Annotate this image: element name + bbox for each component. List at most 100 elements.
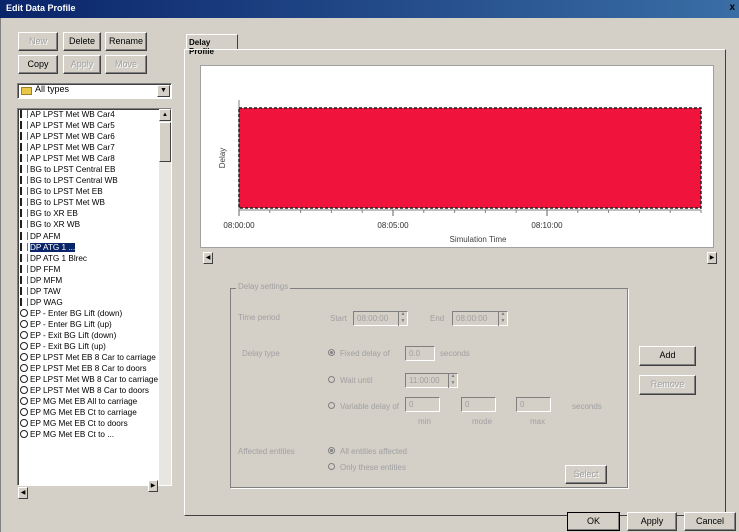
list-item[interactable]: AP LPST Met WB Car5 xyxy=(18,120,171,131)
list-item[interactable]: EP MG Met EB Ct to ... xyxy=(18,429,171,440)
wait-spinner-icon[interactable]: ▲ ▼ xyxy=(448,373,457,388)
chart-scroll-right-icon[interactable]: ▶ xyxy=(707,252,717,264)
list-item[interactable]: AP LPST Met WB Car8 xyxy=(18,153,171,164)
var-mode-field[interactable]: 0 xyxy=(461,397,496,412)
add-button[interactable]: Add xyxy=(639,346,696,366)
delete-button[interactable]: Delete xyxy=(63,32,101,51)
list-item[interactable]: BG to LPST Met WB xyxy=(18,197,171,208)
list-item-label: EP LPST Met EB 8 Car to doors xyxy=(30,364,147,374)
apply-button[interactable]: Apply xyxy=(627,512,677,531)
list-item[interactable]: EP - Exit BG Lift (up) xyxy=(18,341,171,352)
list-item[interactable]: EP LPST Met EB 8 Car to doors xyxy=(18,363,171,374)
list-item[interactable]: EP LPST Met WB 8 Car to carriage xyxy=(18,374,171,385)
list-item[interactable]: AP LPST Met WB Car4 xyxy=(18,109,171,120)
profile-bar-icon xyxy=(20,253,28,262)
list-item[interactable]: BG to LPST Met EB xyxy=(18,186,171,197)
list-item-label: AP LPST Met WB Car6 xyxy=(30,132,115,142)
profile-list[interactable]: AP LPST Met WB Car4 AP LPST Met WB Car5 AP… xyxy=(17,108,172,486)
var-seconds-label: seconds xyxy=(572,402,602,411)
wait-until-label: Wait until xyxy=(340,376,373,385)
tab-delay-profile[interactable]: Delay Profile xyxy=(186,34,238,56)
list-item[interactable]: EP - Exit BG Lift (down) xyxy=(18,330,171,341)
list-item[interactable]: AP LPST Met WB Car7 xyxy=(18,142,171,153)
select-entities-button[interactable]: Select xyxy=(565,465,607,484)
new-button[interactable]: New xyxy=(18,32,58,51)
x-tick-label: 08:10:00 xyxy=(531,221,563,230)
profile-circle-icon xyxy=(20,319,28,328)
list-scrollbar[interactable]: ▲ xyxy=(159,109,171,485)
list-item-label: DP TAW xyxy=(30,286,61,296)
start-label: Start xyxy=(330,314,347,323)
delay-bar xyxy=(238,107,702,209)
list-item-label: AP LPST Met WB Car8 xyxy=(30,154,115,164)
profile-bar-icon xyxy=(20,264,28,273)
var-min-field[interactable]: 0 xyxy=(405,397,440,412)
scroll-left-icon[interactable]: ◀ xyxy=(18,487,28,499)
time-period-label: Time period xyxy=(238,313,280,322)
list-item-label: EP - Enter BG Lift (up) xyxy=(30,319,112,329)
wait-until-radio[interactable] xyxy=(328,376,335,383)
fixed-delay-radio[interactable] xyxy=(328,349,335,356)
profile-bar-icon xyxy=(20,176,28,185)
list-item-label: EP MG Met EB All to carriage xyxy=(30,397,138,407)
list-item[interactable]: DP TAW xyxy=(18,286,171,297)
list-item[interactable]: BG to XR WB xyxy=(18,219,171,230)
fixed-delay-field[interactable]: 0.0 xyxy=(405,346,435,361)
scroll-right-icon[interactable]: ▶ xyxy=(148,480,158,492)
x-axis-title: Simulation Time xyxy=(450,235,507,244)
scroll-thumb[interactable] xyxy=(159,122,171,162)
list-item-label: BG to XR EB xyxy=(30,209,78,219)
start-spinner-icon[interactable]: ▲ ▼ xyxy=(398,311,407,326)
close-icon[interactable]: x xyxy=(729,2,735,13)
profile-bar-icon xyxy=(20,231,28,240)
list-item[interactable]: DP ATG 1 ... xyxy=(18,242,171,253)
move-button[interactable]: Move xyxy=(105,55,147,74)
list-item[interactable]: DP ATG 1 Blrec xyxy=(18,253,171,264)
chevron-down-icon[interactable]: ▼ xyxy=(157,85,170,97)
list-item[interactable]: BG to LPST Central WB xyxy=(18,175,171,186)
list-item[interactable]: EP MG Met EB Ct to carriage xyxy=(18,407,171,418)
scroll-up-icon[interactable]: ▲ xyxy=(159,109,171,121)
profile-circle-icon xyxy=(20,308,28,317)
profile-circle-icon xyxy=(20,386,28,395)
list-item-label: EP LPST Met EB 8 Car to carriage xyxy=(30,353,156,363)
list-item-label: AP LPST Met WB Car7 xyxy=(30,143,115,153)
var-max-field[interactable]: 0 xyxy=(516,397,551,412)
profile-circle-icon xyxy=(20,341,28,350)
all-entities-radio[interactable] xyxy=(328,447,335,454)
list-item[interactable]: DP WAG xyxy=(18,297,171,308)
variable-delay-label: Variable delay of xyxy=(340,402,399,411)
list-item[interactable]: BG to XR EB xyxy=(18,208,171,219)
list-item[interactable]: AP LPST Met WB Car6 xyxy=(18,131,171,142)
affected-entities-label: Affected entities xyxy=(238,447,295,456)
list-item[interactable]: BG to LPST Central EB xyxy=(18,164,171,175)
list-item[interactable]: DP FFM xyxy=(18,264,171,275)
list-item[interactable]: DP AFM xyxy=(18,231,171,242)
profile-circle-icon xyxy=(20,353,28,362)
profile-circle-icon xyxy=(20,375,28,384)
copy-button[interactable]: Copy xyxy=(18,55,58,74)
chart-scroll-left-icon[interactable]: ◀ xyxy=(203,252,213,264)
variable-delay-radio[interactable] xyxy=(328,402,335,409)
profile-bar-icon xyxy=(20,143,28,152)
list-item[interactable]: EP - Enter BG Lift (up) xyxy=(18,319,171,330)
list-item[interactable]: EP MG Met EB All to carriage xyxy=(18,396,171,407)
profile-bar-icon xyxy=(20,154,28,163)
apply-profile-button[interactable]: Apply xyxy=(63,55,101,74)
end-label: End xyxy=(430,314,445,323)
profile-circle-icon xyxy=(20,419,28,428)
cancel-button[interactable]: Cancel xyxy=(684,512,736,531)
remove-button[interactable]: Remove xyxy=(639,375,696,395)
type-filter-dropdown[interactable]: All types ▼ xyxy=(17,83,172,99)
list-item[interactable]: DP MFM xyxy=(18,275,171,286)
list-item[interactable]: EP LPST Met WB 8 Car to doors xyxy=(18,385,171,396)
ok-button[interactable]: OK xyxy=(567,512,620,531)
window-title: Edit Data Profile xyxy=(6,3,76,13)
end-spinner-icon[interactable]: ▲ ▼ xyxy=(498,311,507,326)
list-item[interactable]: EP LPST Met EB 8 Car to carriage xyxy=(18,352,171,363)
rename-button[interactable]: Rename xyxy=(105,32,147,51)
list-item[interactable]: EP MG Met EB Ct to doors xyxy=(18,418,171,429)
list-item[interactable]: EP - Enter BG Lift (down) xyxy=(18,308,171,319)
some-entities-radio[interactable] xyxy=(328,463,335,470)
list-item-label: DP ATG 1 Blrec xyxy=(30,253,88,263)
